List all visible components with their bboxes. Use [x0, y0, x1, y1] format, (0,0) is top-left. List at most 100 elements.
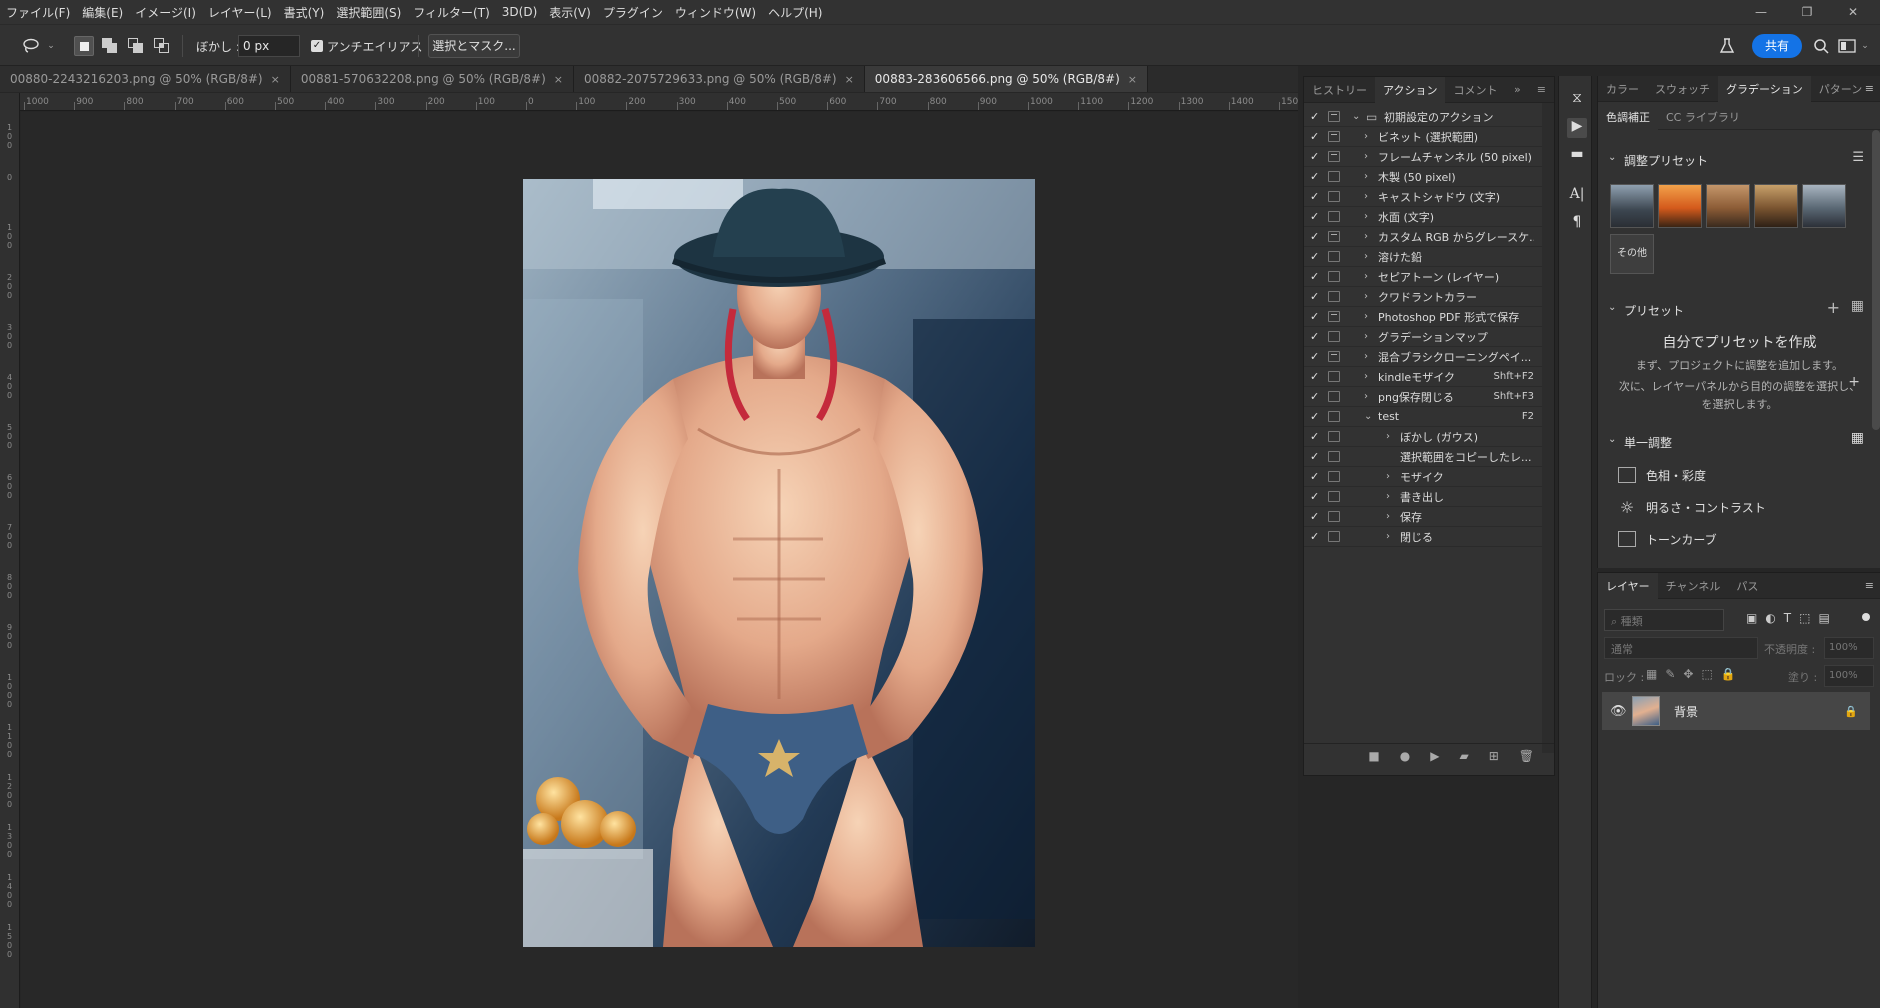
chevron-right-icon[interactable]: ›: [1364, 211, 1368, 222]
lasso-tool-icon[interactable]: [22, 37, 40, 55]
chevron-right-icon[interactable]: ›: [1364, 251, 1368, 262]
share-button[interactable]: 共有: [1752, 34, 1802, 58]
preset-thumbnail[interactable]: [1802, 184, 1846, 228]
history-icon[interactable]: ⧖: [1567, 90, 1587, 110]
chevron-right-icon[interactable]: ›: [1386, 491, 1390, 502]
panel-tab[interactable]: レイヤー: [1598, 572, 1658, 599]
expand-icon[interactable]: »: [1506, 77, 1529, 103]
intersect-selection-button[interactable]: [152, 36, 172, 56]
opacity-input[interactable]: 100%: [1824, 637, 1874, 659]
chevron-right-icon[interactable]: ›: [1364, 131, 1368, 142]
comment-icon[interactable]: ▬: [1567, 146, 1587, 166]
new-set-icon[interactable]: ▰: [1459, 749, 1468, 763]
antialias-checkbox[interactable]: ✓: [311, 40, 323, 52]
dialog-toggle-icon[interactable]: [1328, 411, 1340, 422]
action-row[interactable]: ✓ › 水面 (文字): [1304, 207, 1542, 227]
close-icon[interactable]: ×: [1128, 73, 1137, 86]
chevron-right-icon[interactable]: ›: [1386, 531, 1390, 542]
panel-tab[interactable]: チャンネル: [1658, 573, 1729, 599]
action-row[interactable]: ✓ › モザイク: [1304, 467, 1542, 487]
dialog-toggle-icon[interactable]: [1328, 111, 1340, 122]
dialog-toggle-icon[interactable]: [1328, 371, 1340, 382]
action-row[interactable]: ✓ › キャストシャドウ (文字): [1304, 187, 1542, 207]
check-icon[interactable]: ✓: [1310, 290, 1322, 303]
workspace-icon[interactable]: [1838, 37, 1856, 55]
panel-tab[interactable]: ヒストリー: [1304, 77, 1375, 103]
panel-menu-icon[interactable]: ≡: [1865, 579, 1874, 592]
chevron-right-icon[interactable]: ›: [1364, 371, 1368, 382]
check-icon[interactable]: ✓: [1310, 270, 1322, 283]
chevron-right-icon[interactable]: ›: [1386, 431, 1390, 442]
panel-tab[interactable]: パターン: [1811, 76, 1870, 102]
chevron-right-icon[interactable]: ›: [1364, 231, 1368, 242]
menu-item[interactable]: イメージ(I): [129, 4, 202, 21]
horizontal-ruler[interactable]: 1000 900 800 700 600 500 400 300 200 100 0 100 200 30…: [20, 93, 1298, 111]
preset-thumbnail[interactable]: [1610, 184, 1654, 228]
flask-icon[interactable]: [1718, 37, 1736, 55]
expanded-chevron-icon[interactable]: ⌄: [1352, 111, 1360, 122]
panel-tab[interactable]: スウォッチ: [1647, 76, 1718, 102]
check-icon[interactable]: ✓: [1310, 170, 1322, 183]
paragraph-icon[interactable]: ¶: [1567, 214, 1587, 234]
chevron-right-icon[interactable]: ›: [1364, 291, 1368, 302]
panel-menu-icon[interactable]: ≡: [1865, 82, 1874, 95]
menu-item[interactable]: ウィンドウ(W): [669, 4, 762, 21]
chevron-right-icon[interactable]: ›: [1386, 471, 1390, 482]
check-icon[interactable]: ✓: [1310, 430, 1322, 443]
dialog-toggle-icon[interactable]: [1328, 471, 1340, 482]
chevron-right-icon[interactable]: ›: [1364, 351, 1368, 362]
action-row[interactable]: ✓ › セピアトーン (レイヤー): [1304, 267, 1542, 287]
preset-thumbnail[interactable]: [1754, 184, 1798, 228]
panel-tab[interactable]: コメント: [1445, 77, 1505, 103]
check-icon[interactable]: ✓: [1310, 530, 1322, 543]
play-icon[interactable]: ▶: [1430, 749, 1439, 763]
select-and-mask-button[interactable]: 選択とマスク...: [428, 34, 520, 58]
action-row[interactable]: ✓ 選択範囲をコピーしたレ...: [1304, 447, 1542, 467]
dialog-toggle-icon[interactable]: [1328, 451, 1340, 462]
dialog-toggle-icon[interactable]: [1328, 151, 1340, 162]
add-selection-button[interactable]: [100, 36, 120, 56]
tool-preset-chevron-icon[interactable]: ⌄: [42, 37, 60, 55]
dialog-toggle-icon[interactable]: [1328, 191, 1340, 202]
character-icon[interactable]: A|: [1567, 186, 1587, 206]
check-icon[interactable]: ✓: [1310, 450, 1322, 463]
action-row[interactable]: ✓ › ビネット (選択範囲): [1304, 127, 1542, 147]
check-icon[interactable]: ✓: [1310, 350, 1322, 363]
lock-icons[interactable]: ▦✎✥⬚🔒: [1646, 667, 1744, 681]
check-icon[interactable]: ✓: [1310, 470, 1322, 483]
check-icon[interactable]: ✓: [1310, 330, 1322, 343]
check-icon[interactable]: ✓: [1310, 230, 1322, 243]
action-row[interactable]: ✓ › 溶けた鉛: [1304, 247, 1542, 267]
panel-tab[interactable]: グラデーション: [1718, 75, 1811, 102]
adjustments-scrollbar[interactable]: [1872, 130, 1880, 430]
menu-item[interactable]: ヘルプ(H): [762, 4, 828, 21]
subtract-selection-button[interactable]: [126, 36, 146, 56]
action-row[interactable]: ✓ › Photoshop PDF 形式で保存: [1304, 307, 1542, 327]
preset-thumbnail[interactable]: [1706, 184, 1750, 228]
new-selection-button[interactable]: [74, 36, 94, 56]
menu-item[interactable]: 編集(E): [76, 4, 129, 21]
list-view-icon[interactable]: ☰: [1852, 150, 1864, 165]
close-icon[interactable]: ×: [554, 73, 563, 86]
action-row[interactable]: ✓ › クワドラントカラー: [1304, 287, 1542, 307]
document-tab[interactable]: 00880-2243216203.png @ 50% (RGB/8#) ×: [0, 66, 291, 92]
filter-toggle-icon[interactable]: [1862, 613, 1870, 621]
adjust-presets-chevron-icon[interactable]: ⌄: [1608, 152, 1616, 163]
actions-play-icon[interactable]: ▶: [1567, 118, 1587, 138]
document-tab[interactable]: 00882-2075729633.png @ 50% (RGB/8#) ×: [573, 66, 865, 92]
feather-input[interactable]: 0 px: [238, 35, 300, 57]
expanded-chevron-icon[interactable]: ⌄: [1364, 411, 1372, 422]
workspace-chevron-icon[interactable]: ⌄: [1856, 37, 1874, 55]
minimize-button[interactable]: —: [1738, 0, 1784, 24]
panel-tab[interactable]: カラー: [1598, 76, 1647, 102]
dialog-toggle-icon[interactable]: [1328, 391, 1340, 402]
panel-tab[interactable]: パス: [1728, 573, 1766, 599]
check-icon[interactable]: ✓: [1310, 250, 1322, 263]
close-button[interactable]: ✕: [1830, 0, 1876, 24]
adjust-hue-saturation[interactable]: 色相・彩度: [1618, 464, 1706, 486]
check-icon[interactable]: ✓: [1310, 150, 1322, 163]
single-adjust-chevron-icon[interactable]: ⌄: [1608, 434, 1616, 445]
action-row[interactable]: ✓ ⌄ test F2: [1304, 407, 1542, 427]
menu-item[interactable]: 表示(V): [543, 4, 597, 21]
dialog-toggle-icon[interactable]: [1328, 531, 1340, 542]
